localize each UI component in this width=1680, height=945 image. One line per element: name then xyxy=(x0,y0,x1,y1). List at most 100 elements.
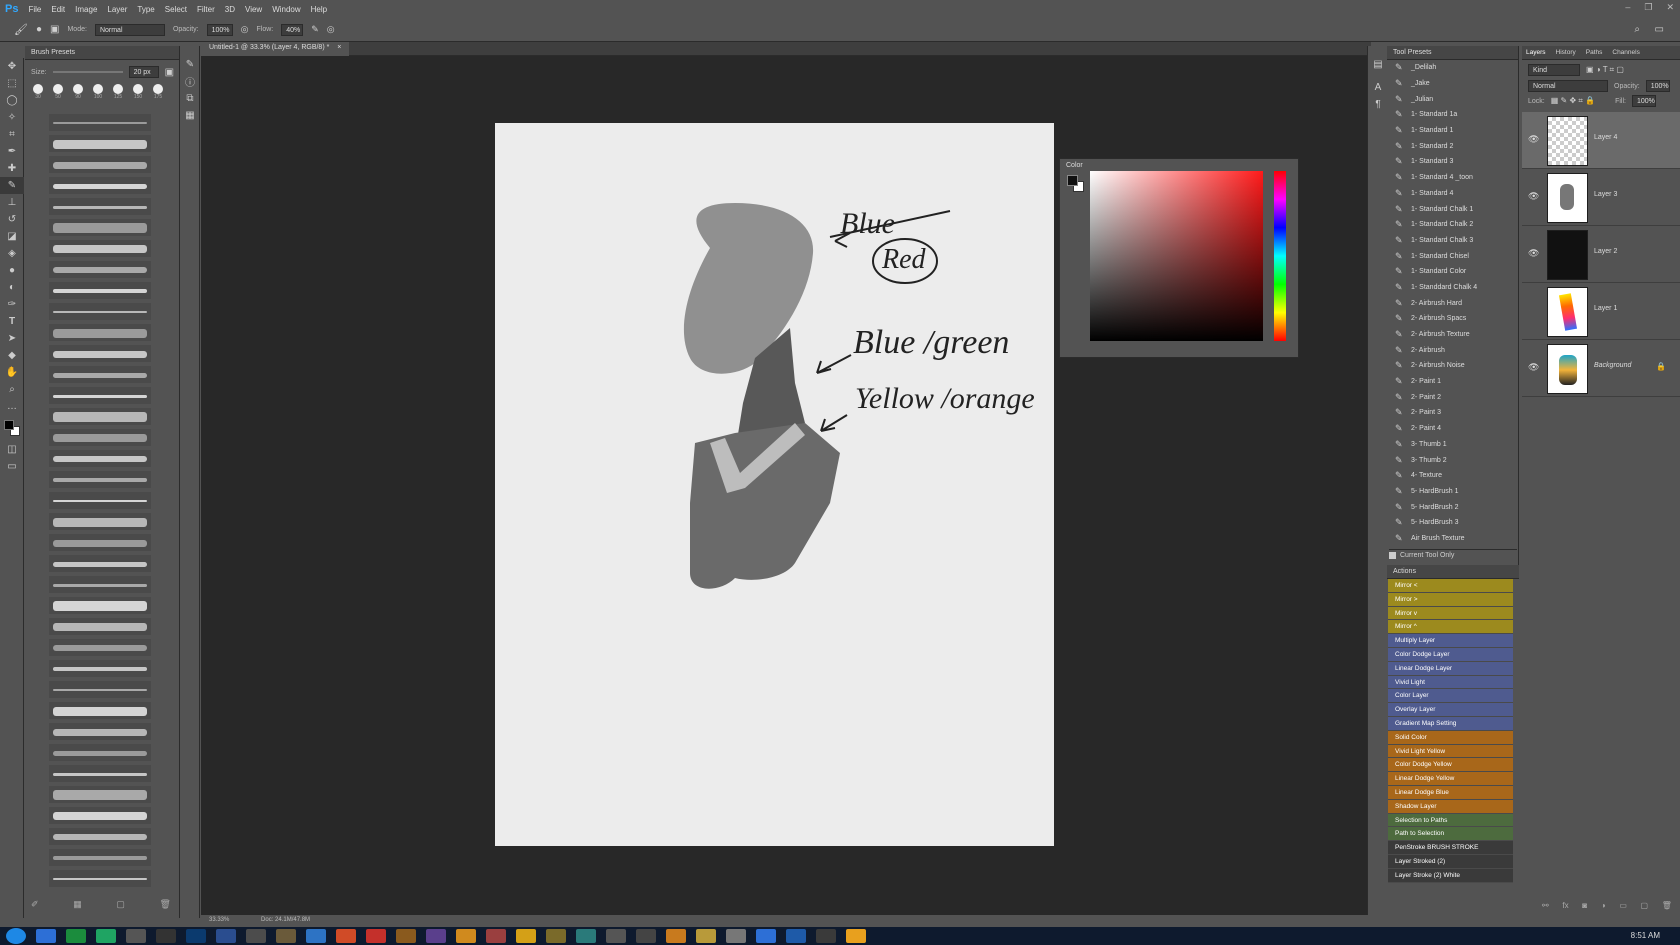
visibility-icon[interactable]: 👁 xyxy=(1528,248,1539,259)
brush-preset-row[interactable] xyxy=(29,427,174,448)
brush-preset-row[interactable] xyxy=(29,175,174,196)
brush-tip[interactable]: 30 xyxy=(33,84,43,100)
tool-preset-item[interactable]: ✎ 1- Standard 1a xyxy=(1387,107,1518,123)
taskbar-app-icon[interactable] xyxy=(96,929,116,943)
tab-channels[interactable]: Channels xyxy=(1612,49,1639,56)
taskbar-app-icon[interactable] xyxy=(126,929,146,943)
action-item[interactable]: Mirror v xyxy=(1388,606,1513,621)
brush-preset-row[interactable] xyxy=(29,322,174,343)
restore-icon[interactable]: ❐ xyxy=(1644,2,1652,13)
action-item[interactable]: Mirror ^ xyxy=(1388,620,1513,635)
move-tool-icon[interactable]: ✥ xyxy=(0,58,24,75)
tool-preset-item[interactable]: ✎ 1- Standard 4 xyxy=(1387,186,1518,202)
menu-select[interactable]: Select xyxy=(165,5,187,14)
airbrush-icon[interactable]: ✎ xyxy=(311,24,319,35)
brush-preset-row[interactable] xyxy=(29,490,174,511)
healing-tool-icon[interactable]: ✚ xyxy=(0,160,24,177)
zoom-level[interactable]: 33.33% xyxy=(209,917,229,923)
tool-preset-item[interactable]: ✎ 2- Paint 1 xyxy=(1387,374,1518,390)
action-item[interactable]: Shadow Layer xyxy=(1388,799,1513,814)
taskbar-app-icon[interactable] xyxy=(666,929,686,943)
brush-preset-row[interactable] xyxy=(29,847,174,868)
brush-preset-row[interactable] xyxy=(29,595,174,616)
taskbar-app-icon[interactable] xyxy=(216,929,236,943)
taskbar-app-icon[interactable] xyxy=(456,929,476,943)
tool-preset-item[interactable]: ✎ 1- Standard Chalk 3 xyxy=(1387,233,1518,249)
brush-preset-row[interactable] xyxy=(29,658,174,679)
workspace-icon[interactable]: ▭ xyxy=(1655,24,1664,35)
tab-layers[interactable]: Layers xyxy=(1526,49,1546,56)
brush-preset-row[interactable] xyxy=(29,511,174,532)
quick-mask-icon[interactable]: ◫ xyxy=(0,441,24,458)
taskbar-app-icon[interactable] xyxy=(756,929,776,943)
brush-preset-row[interactable] xyxy=(29,259,174,280)
zoom-tool-icon[interactable]: ⌕ xyxy=(0,381,24,398)
layer-row[interactable]: 👁 Layer 4 xyxy=(1522,112,1680,169)
menu-help[interactable]: Help xyxy=(311,5,327,14)
action-item[interactable]: Solid Color xyxy=(1388,730,1513,745)
taskbar-app-icon[interactable] xyxy=(696,929,716,943)
brush-preset-row[interactable] xyxy=(29,406,174,427)
action-item[interactable]: Mirror > xyxy=(1388,592,1513,607)
bucket-tool-icon[interactable]: ◈ xyxy=(0,245,24,262)
tool-preset-item[interactable]: ✎ 2- Airbrush Hard xyxy=(1387,295,1518,311)
action-item[interactable]: Linear Dodge Blue xyxy=(1388,785,1513,800)
brush-tip[interactable]: 150 xyxy=(133,84,143,100)
delete-brush-icon[interactable]: 🗑 xyxy=(160,899,171,910)
dodge-tool-icon[interactable]: ◐ xyxy=(0,279,24,296)
brush-tip[interactable]: 90 xyxy=(73,84,83,100)
brush-tool-icon[interactable]: 🖌 xyxy=(14,23,28,36)
close-tab-icon[interactable]: × xyxy=(337,44,341,51)
fill-field[interactable]: 100% xyxy=(1631,95,1656,107)
paragraph-icon[interactable]: ¶ xyxy=(1368,96,1388,113)
action-item[interactable]: Vivid Light Yellow xyxy=(1388,744,1513,759)
history-brush-icon[interactable]: ↺ xyxy=(0,211,24,228)
action-item[interactable]: Linear Dodge Layer xyxy=(1388,661,1513,676)
pen-tool-icon[interactable]: ✑ xyxy=(0,296,24,313)
opacity-field[interactable]: 100% xyxy=(206,23,233,36)
hand-tool-icon[interactable]: ✋ xyxy=(0,364,24,381)
properties-icon[interactable]: ▤ xyxy=(1368,56,1388,73)
eyedropper-tool-icon[interactable]: ✒ xyxy=(0,143,24,160)
menu-layer[interactable]: Layer xyxy=(107,5,127,14)
taskbar-app-icon[interactable] xyxy=(846,929,866,943)
action-item[interactable]: Mirror < xyxy=(1388,579,1513,593)
menu-3d[interactable]: 3D xyxy=(225,5,235,14)
tool-preset-item[interactable]: ✎ 1- Standard Chalk 1 xyxy=(1387,201,1518,217)
action-item[interactable]: PenStroke BRUSH STROKE xyxy=(1388,841,1513,855)
new-preset-icon[interactable]: ▢ xyxy=(116,899,125,910)
tool-preset-item[interactable]: ✎ _Julian xyxy=(1387,91,1518,107)
adjustment-icon[interactable]: ◑ xyxy=(1601,901,1606,910)
toggle-bristle-icon[interactable]: ✐ xyxy=(31,899,39,910)
color-swatches-icon[interactable] xyxy=(0,415,24,441)
tool-preset-item[interactable]: ✎ 1- Standdard Chalk 4 xyxy=(1387,280,1518,296)
brush-preset-row[interactable] xyxy=(29,238,174,259)
brush-preset-row[interactable] xyxy=(29,679,174,700)
menu-image[interactable]: Image xyxy=(75,5,97,14)
lock-icons[interactable]: ▦ ✎ ✥ ⌗ 🔒 xyxy=(1551,96,1595,106)
brush-tool-icon[interactable]: ✎ xyxy=(0,177,24,194)
flow-field[interactable]: 40% xyxy=(281,23,304,36)
tool-preset-item[interactable]: ✎ 4- Texture xyxy=(1387,468,1518,484)
hue-slider[interactable] xyxy=(1274,171,1286,341)
document-canvas[interactable]: Blue Red Blue /green Yellow /orange xyxy=(495,123,1054,846)
tool-preset-item[interactable]: ✎ 1- Standard 2 xyxy=(1387,138,1518,154)
brush-preset-row[interactable] xyxy=(29,448,174,469)
quick-select-tool-icon[interactable]: ✧ xyxy=(0,109,24,126)
taskbar-app-icon[interactable] xyxy=(276,929,296,943)
stamp-tool-icon[interactable]: ⊥ xyxy=(0,194,24,211)
type-tool-icon[interactable]: T xyxy=(0,313,24,330)
fg-bg-swatches[interactable] xyxy=(1067,175,1085,193)
action-item[interactable]: Color Dodge Yellow xyxy=(1388,758,1513,773)
tool-preset-item[interactable]: ✎ 5- HardBrush 1 xyxy=(1387,484,1518,500)
tool-preset-item[interactable]: ✎ 5- HardBrush 2 xyxy=(1387,499,1518,515)
visibility-off-icon[interactable]: · xyxy=(1528,305,1531,315)
menu-file[interactable]: File xyxy=(28,5,41,14)
taskbar-app-icon[interactable] xyxy=(636,929,656,943)
pressure-opacity-icon[interactable]: ◎ xyxy=(241,24,249,35)
pressure-size-icon[interactable]: ◎ xyxy=(327,24,335,35)
brush-preset-row[interactable] xyxy=(29,763,174,784)
fx-icon[interactable]: fx xyxy=(1562,901,1568,910)
action-item[interactable]: Overlay Layer xyxy=(1388,703,1513,717)
tool-preset-item[interactable]: ✎ 3- Thumb 2 xyxy=(1387,452,1518,468)
